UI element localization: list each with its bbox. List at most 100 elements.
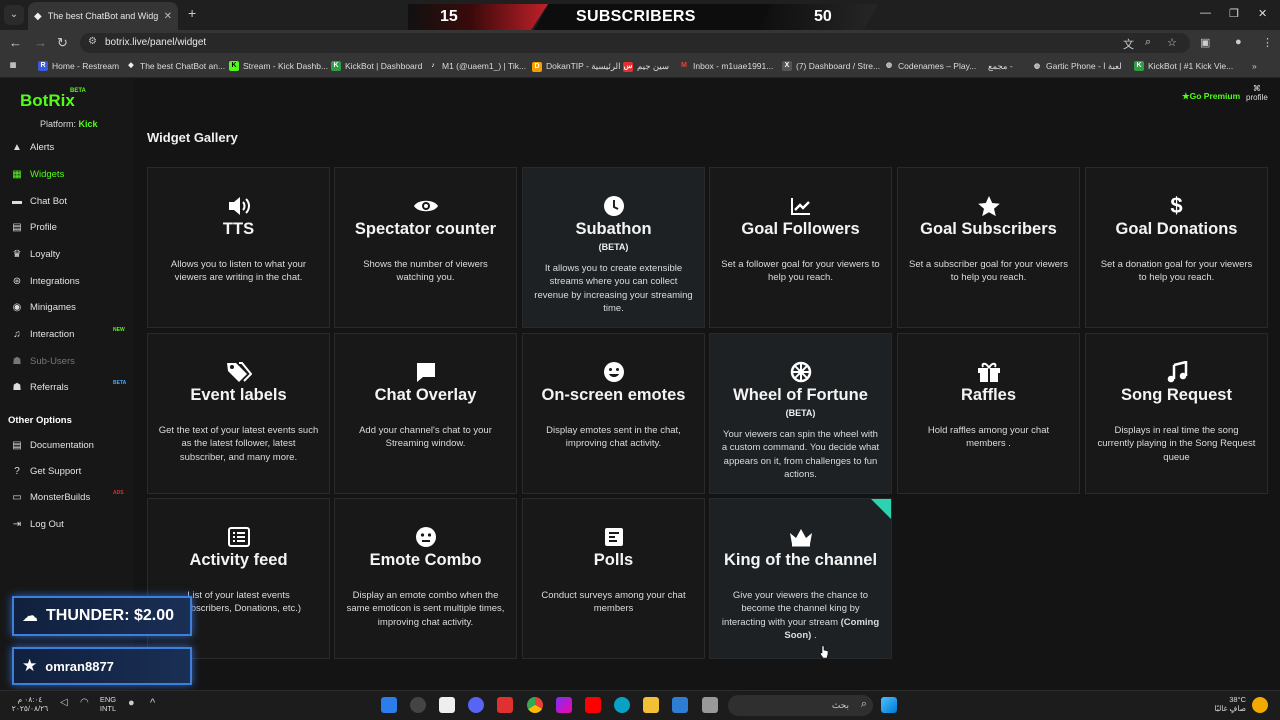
bookmark-star-icon[interactable]: ☆: [1167, 36, 1177, 49]
gartic-icon: ◍: [1033, 62, 1041, 70]
taskbar-search[interactable]: بحث ⌕: [728, 695, 873, 716]
copilot-icon[interactable]: [556, 697, 572, 713]
app-icon-2[interactable]: [410, 697, 426, 713]
extensions-icon[interactable]: ▣: [1200, 36, 1210, 49]
file-explorer-icon[interactable]: [643, 697, 659, 713]
widget-card-polls[interactable]: Polls Conduct surveys among your chat me…: [522, 498, 705, 659]
widget-card-subathon[interactable]: Subathon (BETA) It allows you to create …: [522, 167, 705, 328]
language-indicator[interactable]: ENG INTL: [96, 695, 120, 713]
apps-grid-icon[interactable]: ▦: [8, 61, 18, 71]
widget-card-song-request[interactable]: Song Request Displays in real time the s…: [1085, 333, 1268, 494]
app-icon-12[interactable]: [702, 697, 718, 713]
kickbot-icon: K: [1134, 61, 1144, 71]
bookmark-restream[interactable]: R Home - Restream: [38, 61, 119, 71]
forward-icon[interactable]: →: [34, 35, 47, 50]
reload-icon[interactable]: ↻: [57, 35, 68, 51]
tab-close-icon[interactable]: ✕: [164, 11, 172, 22]
widget-card-tts[interactable]: TTS Allows you to listen to what your vi…: [147, 167, 330, 328]
speaker-icon[interactable]: ◁: [60, 697, 76, 713]
bookmark-botrix[interactable]: ◆ The best ChatBot an...: [126, 61, 225, 71]
sidebar-item-monsterbuilds[interactable]: ▭ MonsterBuilds: [11, 492, 90, 503]
bookmark-gartic-phone[interactable]: ◍ Gartic Phone - لعبة ا: [1032, 61, 1122, 72]
site-info-icon[interactable]: ⚙: [88, 36, 97, 47]
tray-chevron-icon[interactable]: ^: [150, 697, 166, 713]
widget-card-wheel-of-fortune[interactable]: Wheel of Fortune (BETA) Your viewers can…: [709, 333, 892, 494]
tab-search-icon[interactable]: ⌄: [4, 5, 24, 25]
browser-tab[interactable]: ◆ The best ChatBot and Widgets ✕: [28, 2, 178, 30]
bookmark-majma[interactable]: مجمع -: [988, 61, 1013, 72]
bookmark-kickbot[interactable]: K KickBot | Dashboard: [331, 61, 422, 71]
close-window-icon[interactable]: ✕: [1258, 7, 1267, 20]
search-placeholder: بحث: [831, 700, 849, 710]
app-icon-5[interactable]: [497, 697, 513, 713]
widget-card-goal-donations[interactable]: $ Goal Donations Set a donation goal for…: [1085, 167, 1268, 328]
taskbar-clock[interactable]: ٠٨:٠٤ م ٢٠٢٥/٠٨/٢٦: [10, 695, 50, 713]
microphone-icon[interactable]: ●: [128, 697, 144, 713]
sidebar-item-interaction[interactable]: ♫ Interaction: [11, 329, 74, 340]
widget-card-spectator-counter[interactable]: Spectator counter Shows the number of vi…: [334, 167, 517, 328]
widget-card-chat-overlay[interactable]: Chat Overlay Add your channel's chat to …: [334, 333, 517, 494]
gift-icon: [898, 360, 1079, 384]
sidebar-item-log-out[interactable]: ⇥ Log Out: [11, 519, 64, 530]
follower-alert: ★ omran8877: [12, 647, 192, 685]
broken-image-icon: ⌘: [1252, 84, 1261, 93]
widget-card-king-of-the-channel[interactable]: King of the channel Give your viewers th…: [709, 498, 892, 659]
question-icon: ?: [14, 466, 20, 477]
weather-widget[interactable]: 38°C صافٍ غالبًا: [1196, 695, 1246, 713]
url-field[interactable]: ⚙ botrix.live/panel/widget: [80, 33, 1190, 53]
bookmark-kick-dashboard[interactable]: K Stream - Kick Dashb...: [229, 61, 328, 71]
minimize-icon[interactable]: —: [1200, 7, 1211, 19]
restore-icon[interactable]: ❐: [1229, 7, 1239, 20]
widget-card-goal-subscribers[interactable]: Goal Subscribers Set a subscriber goal f…: [897, 167, 1080, 328]
bookmark-kickbot-viewers[interactable]: K KickBot | #1 Kick Vie...: [1134, 61, 1233, 71]
bookmark-dokantip[interactable]: D DokanTIP - الرئيسية: [532, 61, 620, 72]
back-icon[interactable]: ←: [9, 35, 22, 50]
sidebar-item-loyalty[interactable]: ♛ Loyalty: [11, 249, 61, 260]
widget-card-raffles[interactable]: Raffles Hold raffles among your chat mem…: [897, 333, 1080, 494]
edge-icon[interactable]: [614, 697, 630, 713]
widget-card-on-screen-emotes[interactable]: On-screen emotes Display emotes sent in …: [522, 333, 705, 494]
sidebar-item-widgets[interactable]: ▦ Widgets: [11, 169, 64, 180]
profile-avatar-icon[interactable]: ●: [1235, 36, 1242, 48]
users-icon: ☗: [12, 356, 22, 367]
sidebar-item-integrations[interactable]: ⊛ Integrations: [11, 276, 80, 287]
sidebar-item-referrals[interactable]: ☗ Referrals: [11, 382, 69, 393]
new-tab-icon[interactable]: +: [188, 5, 196, 21]
discord-icon[interactable]: [468, 697, 484, 713]
app-icon-1[interactable]: [381, 697, 397, 713]
sidebar-item-alerts[interactable]: ▲ Alerts: [11, 142, 54, 153]
face-icon: [335, 525, 516, 549]
widget-description: Give your viewers the chance to become t…: [721, 590, 880, 641]
subscriber-goal-count: 50: [814, 8, 832, 25]
sidebar-item-documentation[interactable]: ▤ Documentation: [11, 440, 94, 451]
translate-icon[interactable]: 文: [1123, 36, 1134, 52]
sidebar-item-chat-bot[interactable]: ▬ Chat Bot: [11, 196, 67, 207]
sidebar-item-minigames[interactable]: ◉ Minigames: [11, 302, 76, 313]
windows-start-icon[interactable]: [881, 697, 897, 713]
bookmark-sin-jim[interactable]: س سين جيم: [623, 61, 669, 72]
bookmark-dashboard-stream[interactable]: X (7) Dashboard / Stre...: [782, 61, 880, 71]
bookmarks-overflow-icon[interactable]: »: [1252, 61, 1257, 71]
profile-link[interactable]: ⌘ profile: [1246, 84, 1268, 102]
sidebar-item-get-support[interactable]: ? Get Support: [11, 466, 81, 477]
bookmark-inbox[interactable]: M Inbox - m1uae1991...: [679, 61, 773, 71]
browser-menu-icon[interactable]: ⋮: [1262, 36, 1273, 49]
widget-card-event-labels[interactable]: Event labels Get the text of your latest…: [147, 333, 330, 494]
sidebar-item-sub-users[interactable]: ☗ Sub-Users: [11, 356, 75, 367]
zoom-icon[interactable]: ⌕: [1145, 36, 1151, 49]
store-icon[interactable]: [672, 697, 688, 713]
widget-card-goal-followers[interactable]: Goal Followers Set a follower goal for y…: [709, 167, 892, 328]
youtube-icon[interactable]: [585, 697, 601, 713]
chrome-icon[interactable]: [527, 697, 543, 713]
bookmark-tiktok[interactable]: ♪ M1 (@uaem1_) | Tik...: [428, 61, 526, 71]
go-premium-link[interactable]: ★Go Premium: [1182, 91, 1240, 102]
warning-icon: ▲: [12, 142, 22, 153]
wifi-icon[interactable]: ◠: [80, 697, 96, 713]
app-icon-3[interactable]: [439, 697, 455, 713]
bookmark-codenames[interactable]: ◍ Codenames – Play...: [884, 61, 976, 71]
botrix-logo[interactable]: BotRix: [20, 91, 75, 111]
widget-description: Conduct surveys among your chat members: [541, 590, 686, 615]
sidebar-item-profile[interactable]: ▤ Profile: [11, 222, 57, 233]
trophy-icon: ♛: [12, 249, 22, 260]
widget-card-emote-combo[interactable]: Emote Combo Display an emote combo when …: [334, 498, 517, 659]
